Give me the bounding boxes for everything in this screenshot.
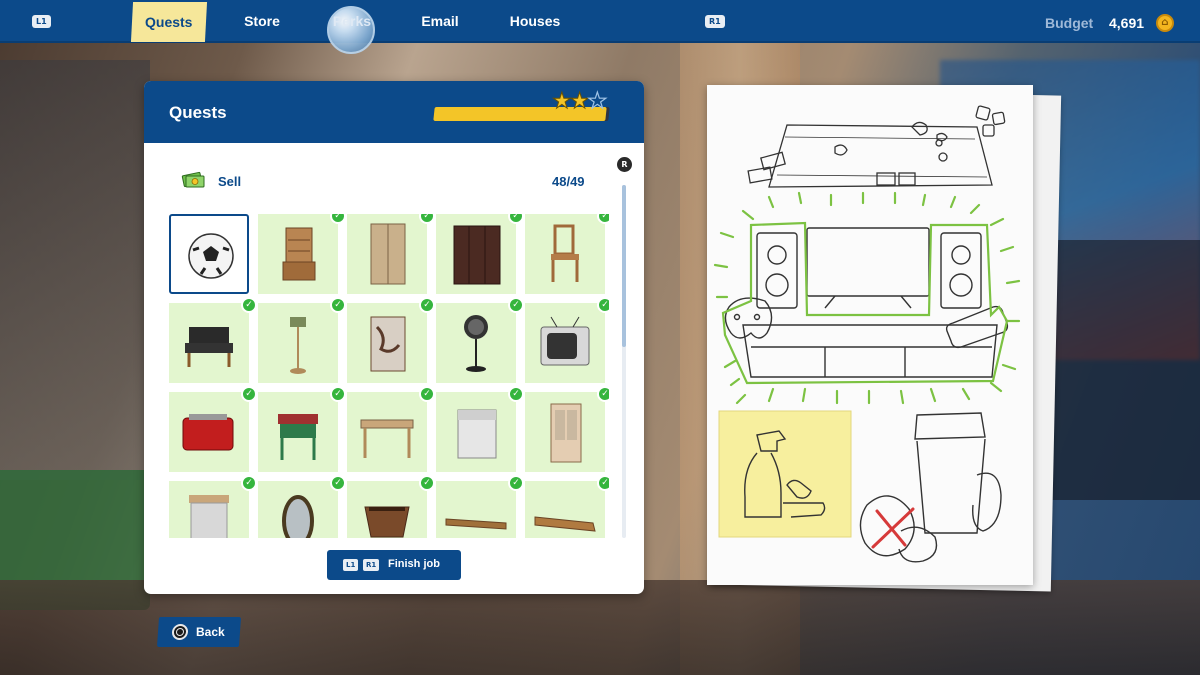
- back-label: Back: [196, 625, 225, 639]
- red-toaster-icon: [182, 414, 234, 451]
- quest-item-dark-wardrobe[interactable]: ✓: [436, 214, 524, 294]
- budget-value: 4,691: [1109, 15, 1145, 31]
- l1-hint-icon: L1: [343, 559, 359, 571]
- quest-section-label: Sell: [218, 174, 242, 189]
- quest-item-wooden-table[interactable]: ✓: [347, 386, 435, 472]
- tab-email[interactable]: Email: [414, 0, 466, 43]
- quest-item-plant-pot[interactable]: ✓: [347, 475, 435, 538]
- l1-hint-icon: L1: [32, 15, 51, 28]
- soccer-ball-icon: [188, 233, 234, 279]
- grid-scrollbar[interactable]: [622, 185, 626, 538]
- tab-perks[interactable]: Perks: [326, 0, 378, 43]
- checkmark-icon: ✓: [508, 214, 524, 224]
- tv-highlight-marks: [713, 191, 1021, 405]
- quest-item-wooden-chair[interactable]: ✓: [525, 214, 609, 294]
- quest-item-standing-fan[interactable]: ✓: [436, 297, 524, 383]
- item-grid: ✓ ✓ ✓ ✓ ✓ ✓ ✓ ✓ ✓ ✓ ✓ ✓ ✓ ✓ ✓ ✓ ✓ ✓ ✓: [169, 214, 609, 538]
- quest-item-green-side-table[interactable]: ✓: [258, 386, 346, 472]
- finish-job-label: Finish job: [388, 558, 440, 570]
- washing-machine-icon: [457, 409, 497, 459]
- checkmark-icon: ✓: [597, 475, 609, 491]
- checkmark-icon: ✓: [419, 297, 435, 313]
- quest-item-kitchen-cabinet[interactable]: ✓: [169, 475, 257, 538]
- quest-notepad: [707, 85, 1033, 585]
- wooden-wardrobe-icon: [370, 223, 406, 285]
- quest-section-count: 48/49: [552, 174, 585, 189]
- cleaning-supplies-note: [718, 410, 852, 538]
- wooden-cabinet-shelf-icon: [282, 227, 316, 281]
- scrollbar-thumb[interactable]: [622, 185, 626, 348]
- r1-hint-icon: R1: [705, 15, 725, 28]
- money-icon: [181, 171, 205, 188]
- checkmark-icon: ✓: [508, 475, 524, 491]
- quests-panel: Quests ★★★ R Sell 48/49 ✓ ✓ ✓ ✓ ✓ ✓ ✓ ✓ ✓ ✓ ✓ ✓ ✓ ✓ ✓ ✓…: [144, 81, 644, 594]
- black-armchair-icon: [185, 327, 233, 367]
- top-nav-bar: L1 Quests Store Perks Email Houses R1 Bu…: [0, 0, 1200, 54]
- tv-console-sketch: [724, 227, 1009, 378]
- wooden-chair-icon: [551, 224, 579, 282]
- quest-item-washing-machine[interactable]: ✓: [436, 386, 524, 472]
- quest-item-soccer-ball[interactable]: [169, 214, 249, 294]
- checkmark-icon: ✓: [597, 386, 609, 402]
- back-button[interactable]: Back: [156, 617, 242, 647]
- checkmark-icon: ✓: [419, 214, 435, 224]
- checkmark-icon: ✓: [330, 386, 346, 402]
- dark-wardrobe-icon: [453, 225, 501, 285]
- quest-item-broken-plank[interactable]: ✓: [525, 475, 609, 538]
- floor-lamp-icon: [290, 317, 306, 374]
- quest-item-folding-screen[interactable]: ✓: [347, 297, 435, 383]
- checkmark-icon: ✓: [330, 214, 346, 224]
- star-filled-icon: ★: [569, 89, 590, 115]
- quest-item-wooden-wardrobe[interactable]: ✓: [347, 214, 435, 294]
- r1-hint-icon: R1: [363, 559, 380, 571]
- quest-item-black-armchair[interactable]: ✓: [169, 297, 257, 383]
- star-empty-icon: ★: [587, 88, 608, 114]
- r-stick-hint-icon: R: [617, 157, 632, 172]
- star-rating: ★★★: [552, 88, 608, 115]
- panel-title: Quests: [169, 103, 227, 122]
- checkmark-icon: ✓: [597, 297, 609, 313]
- checkmark-icon: ✓: [330, 297, 346, 313]
- checkmark-icon: ✓: [419, 475, 435, 491]
- checkmark-icon: ✓: [419, 386, 435, 402]
- board-game-sketch: [747, 105, 1006, 188]
- checkmark-icon: ✓: [508, 297, 524, 313]
- checkmark-icon: ✓: [241, 475, 257, 491]
- broken-plank-icon: [534, 516, 596, 532]
- checkmark-icon: ✓: [330, 475, 346, 491]
- standing-fan-icon: [464, 315, 488, 372]
- quest-item-floor-lamp[interactable]: ✓: [258, 297, 346, 383]
- tab-quests[interactable]: Quests: [130, 2, 208, 42]
- green-side-table-icon: [278, 414, 318, 460]
- quest-item-wooden-plank[interactable]: ✓: [436, 475, 524, 538]
- folding-screen-icon: [370, 316, 406, 372]
- tab-store[interactable]: Store: [236, 0, 288, 43]
- plant-pot-icon: [364, 506, 410, 538]
- checkmark-icon: ✓: [241, 297, 257, 313]
- quests-panel-header: Quests ★★★: [144, 81, 644, 143]
- finish-job-button[interactable]: L1 R1 Finish job: [327, 550, 461, 580]
- circle-button-icon: [171, 624, 189, 640]
- retro-tv-icon: [540, 316, 590, 366]
- glass-cabinet-icon: [550, 403, 582, 463]
- coin-icon: ⌂: [1156, 14, 1174, 32]
- tab-houses[interactable]: Houses: [504, 0, 566, 43]
- star-filled-icon: ★: [552, 89, 573, 115]
- notepad-sketches: [713, 105, 1021, 563]
- quest-item-retro-tv[interactable]: ✓: [525, 297, 609, 383]
- budget-label: Budget: [1045, 15, 1094, 31]
- wooden-table-icon: [360, 419, 414, 458]
- quest-item-oval-mirror[interactable]: ✓: [258, 475, 346, 538]
- quest-item-wooden-cabinet-shelf[interactable]: ✓: [258, 214, 346, 294]
- quest-item-glass-cabinet[interactable]: ✓: [525, 386, 609, 472]
- quest-item-red-toaster[interactable]: ✓: [169, 386, 257, 472]
- wooden-plank-icon: [445, 518, 507, 530]
- kitchen-cabinet-icon: [189, 495, 229, 538]
- checkmark-icon: ✓: [508, 386, 524, 402]
- checkmark-icon: ✓: [241, 386, 257, 402]
- oval-mirror-icon: [282, 495, 314, 538]
